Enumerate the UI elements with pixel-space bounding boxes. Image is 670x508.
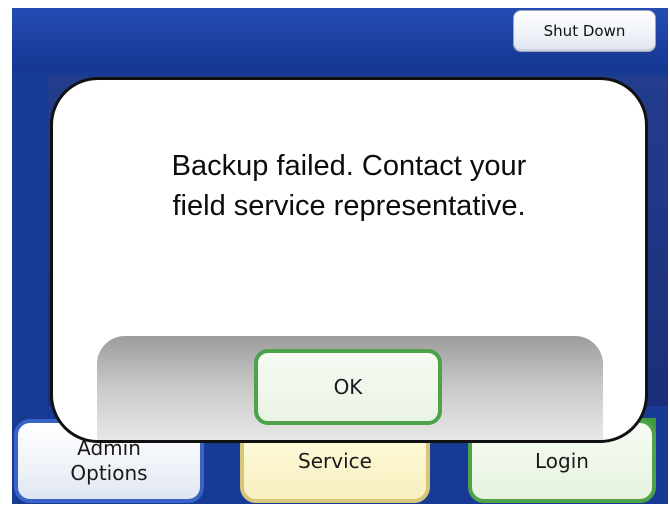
ok-button[interactable]: OK [254,349,442,425]
service-button-label: Service [298,448,372,473]
admin-options-label-line2: Options [70,461,148,485]
dialog-message: Backup failed. Contact your field servic… [53,146,645,226]
login-button-label: Login [535,448,589,473]
dialog-message-line1: Backup failed. Contact your [171,150,527,182]
shutdown-button-label: Shut Down [543,22,626,40]
dialog-message-line2: field service representative. [172,190,526,222]
ok-button-label: OK [333,375,363,399]
shutdown-button[interactable]: Shut Down [513,10,656,52]
